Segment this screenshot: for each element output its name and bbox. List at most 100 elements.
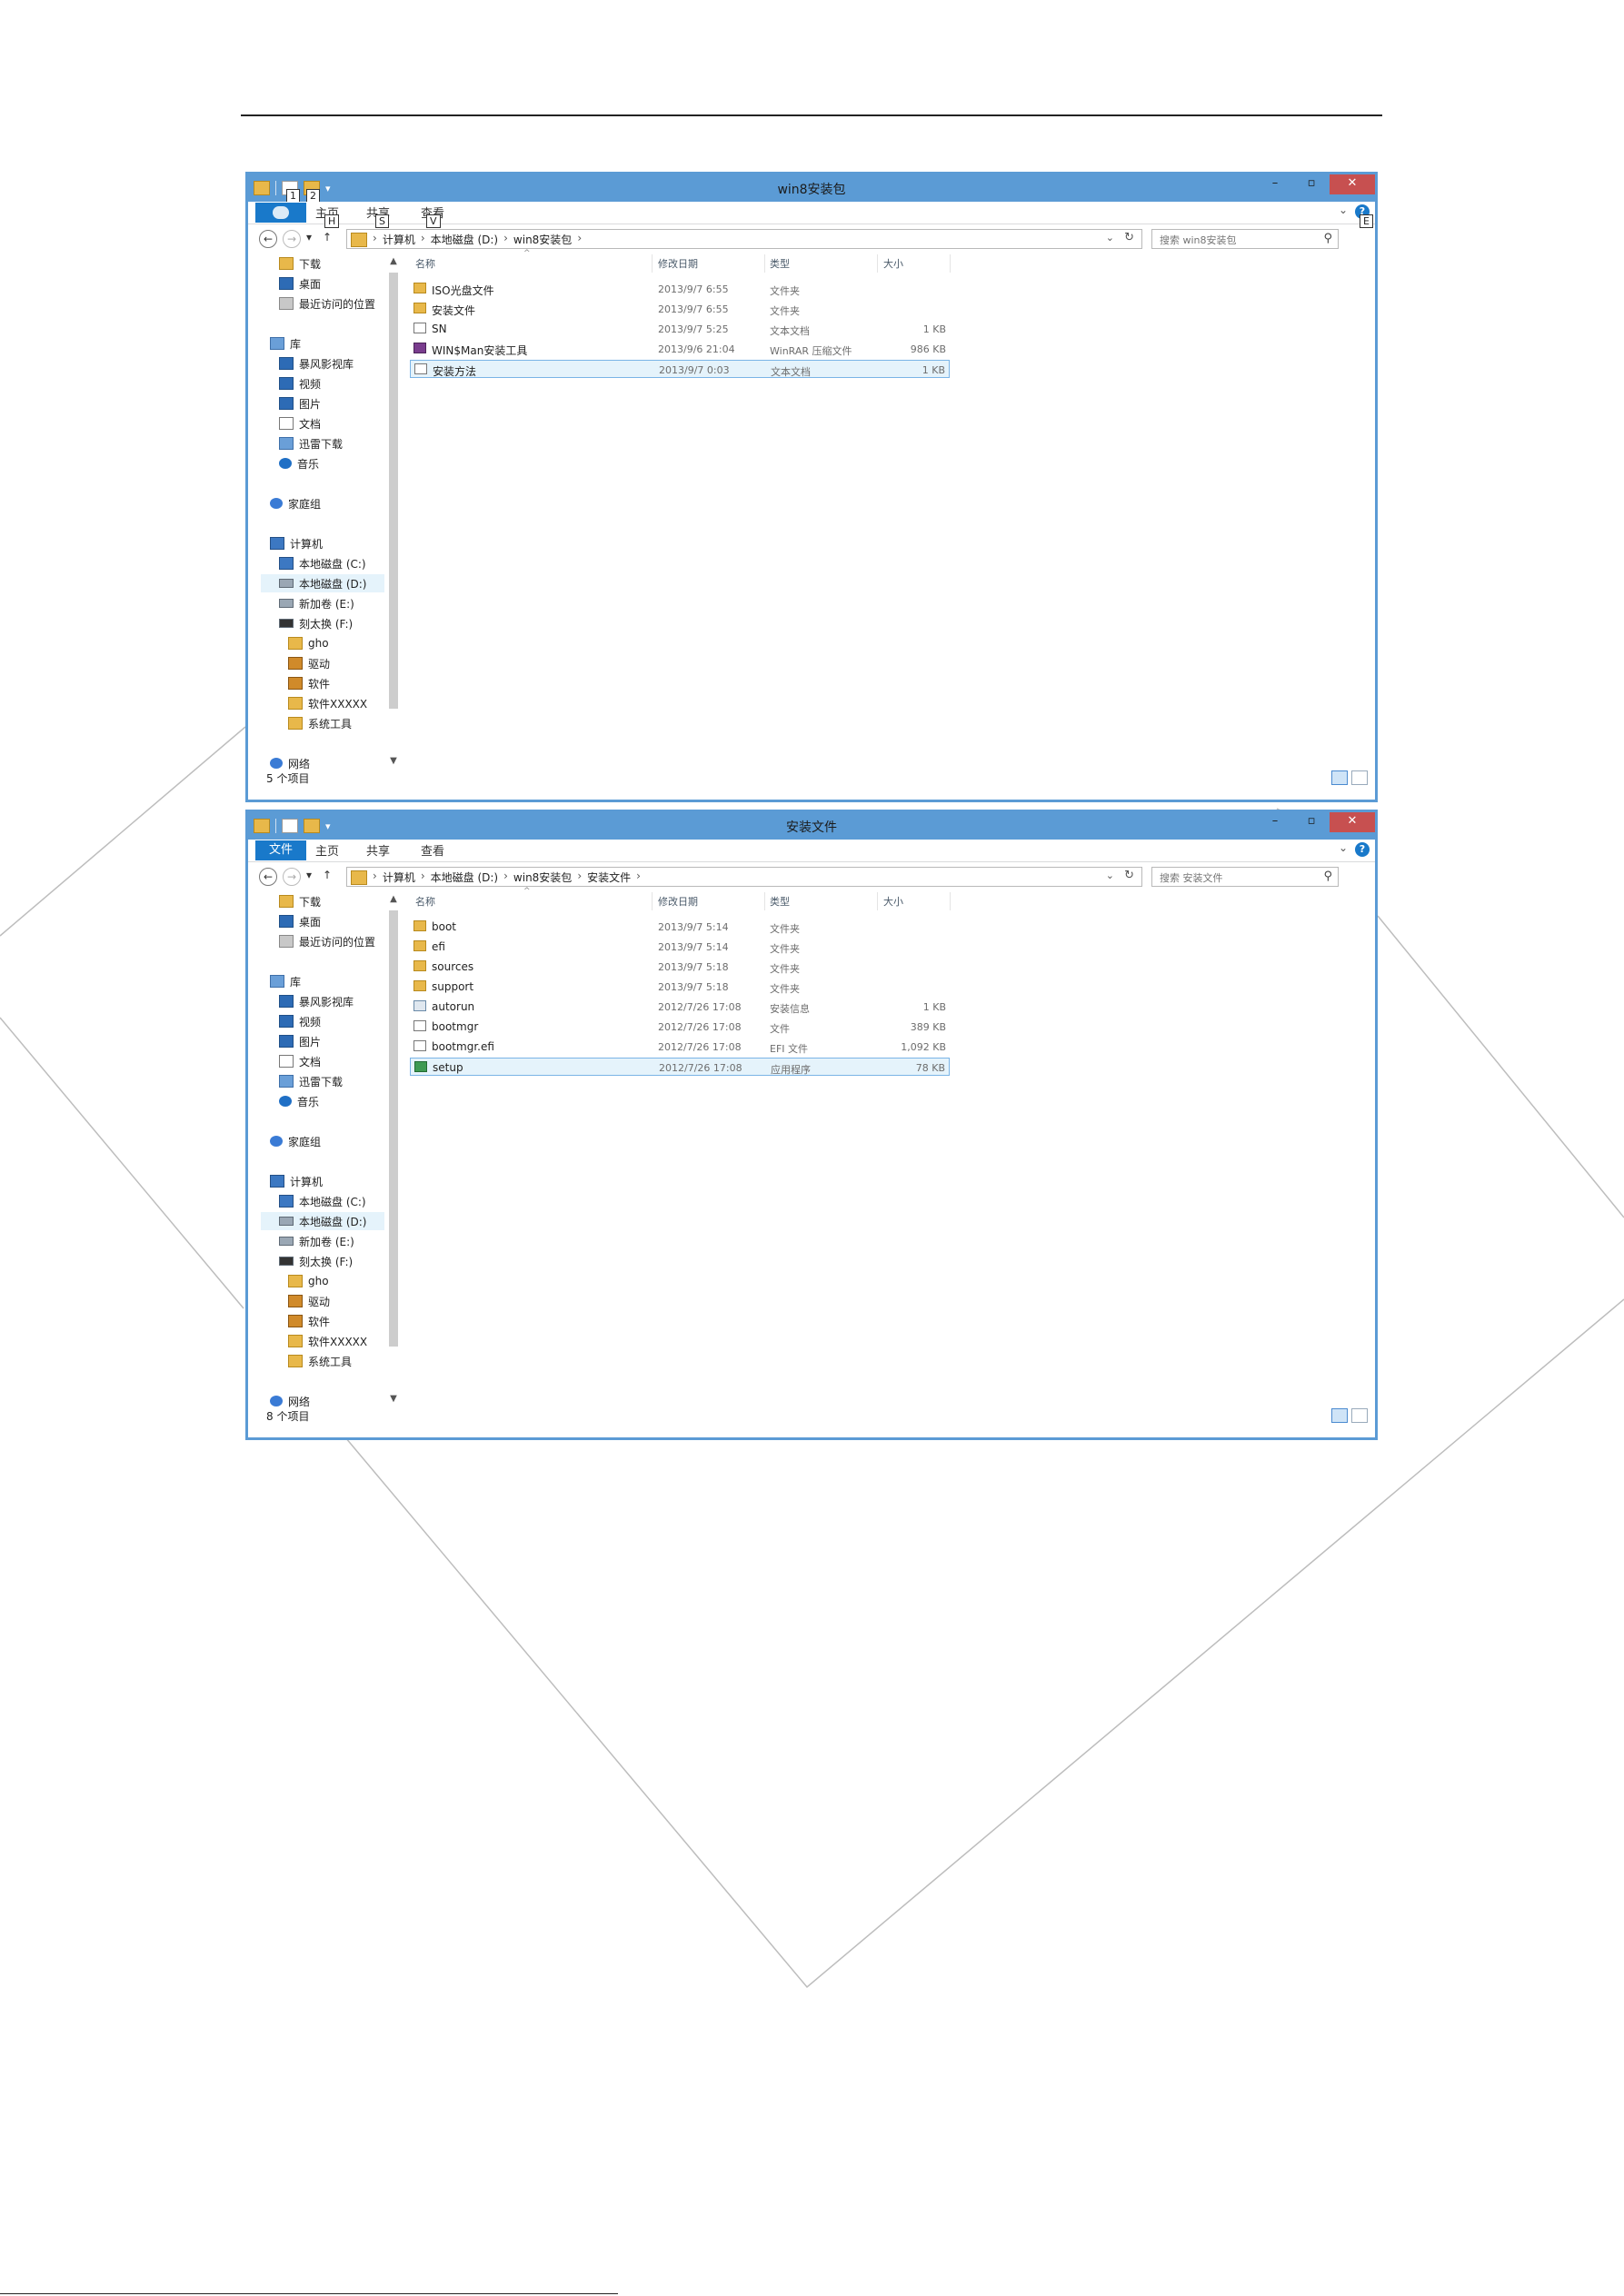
nav-item-drive-e[interactable]: 新加卷 (E:) xyxy=(279,594,354,612)
nav-item-computer[interactable]: 计算机 xyxy=(270,1172,323,1190)
nav-item-library[interactable]: 库 xyxy=(270,334,301,353)
breadcrumb-separator-icon[interactable]: › xyxy=(636,870,641,885)
nav-item-systools[interactable]: 系统工具 xyxy=(288,1352,352,1370)
nav-item-recent[interactable]: 最近访问的位置 xyxy=(279,932,375,950)
up-arrow-icon[interactable]: ↑ xyxy=(323,869,332,881)
nav-item-download[interactable]: 下载 xyxy=(279,254,321,273)
nav-item-video-lib[interactable]: 暴风影视库 xyxy=(279,992,354,1010)
column-divider[interactable] xyxy=(877,254,878,273)
minimize-button[interactable]: – xyxy=(1257,174,1293,194)
breadcrumb-separator-icon[interactable]: › xyxy=(421,232,425,247)
nav-item-network[interactable]: 网络 xyxy=(270,1392,310,1410)
scroll-down-icon[interactable]: ▼ xyxy=(386,754,401,769)
nav-item-drive-f[interactable]: 刻太换 (F:) xyxy=(279,614,353,632)
maximize-button[interactable]: ▫ xyxy=(1293,812,1330,832)
tab-share[interactable]: 共享 xyxy=(366,841,390,859)
file-row[interactable]: efi 2013/9/7 5:14 文件夹 xyxy=(410,938,950,956)
breadcrumb-win8[interactable]: win8安装包 xyxy=(513,232,572,247)
details-view-icon[interactable] xyxy=(1331,1408,1348,1423)
nav-item-drivers[interactable]: 驱动 xyxy=(288,1292,330,1310)
nav-item-desktop[interactable]: 桌面 xyxy=(279,274,321,293)
file-row[interactable]: support 2013/9/7 5:18 文件夹 xyxy=(410,978,950,996)
breadcrumb-separator-icon[interactable]: › xyxy=(421,870,425,885)
back-button[interactable]: ← xyxy=(259,230,277,248)
nav-item-homegroup[interactable]: 家庭组 xyxy=(270,494,321,512)
scroll-thumb[interactable] xyxy=(389,273,398,709)
breadcrumb-separator-icon[interactable]: › xyxy=(503,870,508,885)
column-header-type[interactable]: 类型 xyxy=(770,894,790,909)
nav-item-library[interactable]: 库 xyxy=(270,972,301,990)
large-icons-view-icon[interactable] xyxy=(1351,1408,1368,1423)
search-input[interactable] xyxy=(1158,231,1316,250)
column-divider[interactable] xyxy=(877,892,878,910)
scroll-down-icon[interactable]: ▼ xyxy=(386,1392,401,1406)
refresh-icon[interactable]: ↻ xyxy=(1124,231,1134,244)
nav-scrollbar[interactable]: ▲ ▼ xyxy=(386,254,401,769)
nav-item-drivers[interactable]: 驱动 xyxy=(288,654,330,672)
forward-button[interactable]: → xyxy=(283,230,301,248)
file-row[interactable]: boot 2013/9/7 5:14 文件夹 xyxy=(410,918,950,936)
search-box[interactable]: ⚲ xyxy=(1151,229,1339,250)
address-bar[interactable]: › 计算机 › 本地磁盘 (D:) › win8安装包 › ⌄ ↻ xyxy=(346,229,1142,249)
file-row[interactable]: autorun 2012/7/26 17:08 安装信息 1 KB xyxy=(410,998,950,1016)
scroll-up-icon[interactable]: ▲ xyxy=(386,254,401,269)
nav-item-download[interactable]: 下载 xyxy=(279,892,321,910)
nav-item-xunlei[interactable]: 迅雷下载 xyxy=(279,1072,343,1090)
file-row[interactable]: 安装文件 2013/9/7 6:55 文件夹 xyxy=(410,300,950,318)
nav-item-software-x[interactable]: 软件XXXXX xyxy=(288,1332,367,1350)
ribbon-expand-icon[interactable]: ⌄ xyxy=(1339,204,1348,216)
nav-item-music[interactable]: 音乐 xyxy=(279,1092,319,1110)
title-bar[interactable]: ▾ 安装文件 – ▫ ✕ xyxy=(248,812,1375,840)
column-header-name[interactable]: 名称 xyxy=(415,256,435,271)
column-header-date[interactable]: 修改日期 xyxy=(658,256,698,271)
breadcrumb-win8[interactable]: win8安装包 xyxy=(513,870,572,885)
column-divider[interactable] xyxy=(950,892,951,910)
large-icons-view-icon[interactable] xyxy=(1351,770,1368,785)
file-row-selected[interactable]: 安装方法 2013/9/7 0:03 文本文档 1 KB xyxy=(410,360,950,378)
recent-locations-icon[interactable]: ▾ xyxy=(306,869,312,881)
tab-home[interactable]: 主页 xyxy=(315,841,339,859)
tab-file[interactable]: 文件 xyxy=(255,840,306,860)
nav-item-video-lib[interactable]: 暴风影视库 xyxy=(279,354,354,373)
minimize-button[interactable]: – xyxy=(1257,812,1293,832)
column-header-type[interactable]: 类型 xyxy=(770,256,790,271)
nav-scrollbar[interactable]: ▲ ▼ xyxy=(386,892,401,1406)
tab-view[interactable]: 查看 xyxy=(421,841,444,859)
nav-item-videos[interactable]: 视频 xyxy=(279,374,321,393)
nav-item-videos[interactable]: 视频 xyxy=(279,1012,321,1030)
nav-item-homegroup[interactable]: 家庭组 xyxy=(270,1132,321,1150)
recent-locations-icon[interactable]: ▾ xyxy=(306,231,312,244)
refresh-icon[interactable]: ↻ xyxy=(1124,869,1134,882)
file-row[interactable]: SN 2013/9/7 5:25 文本文档 1 KB xyxy=(410,320,950,338)
nav-item-network[interactable]: 网络 xyxy=(270,754,310,772)
column-divider[interactable] xyxy=(652,892,653,910)
nav-item-documents[interactable]: 文档 xyxy=(279,1052,321,1070)
file-row[interactable]: ISO光盘文件 2013/9/7 6:55 文件夹 xyxy=(410,280,950,298)
nav-item-xunlei[interactable]: 迅雷下载 xyxy=(279,434,343,452)
up-arrow-icon[interactable]: ↑ xyxy=(323,231,332,244)
maximize-button[interactable]: ▫ xyxy=(1293,174,1330,194)
nav-item-pictures[interactable]: 图片 xyxy=(279,1032,321,1050)
nav-item-drive-e[interactable]: 新加卷 (E:) xyxy=(279,1232,354,1250)
title-bar[interactable]: ▾ 1 2 win8安装包 – ▫ ✕ xyxy=(248,174,1375,203)
breadcrumb-computer[interactable]: 计算机 xyxy=(383,870,415,885)
address-dropdown-icon[interactable]: ⌄ xyxy=(1106,232,1114,244)
breadcrumb-separator-icon[interactable]: › xyxy=(577,870,582,885)
column-header-size[interactable]: 大小 xyxy=(883,256,903,271)
details-view-icon[interactable] xyxy=(1331,770,1348,785)
column-header-date[interactable]: 修改日期 xyxy=(658,894,698,909)
column-divider[interactable] xyxy=(950,254,951,273)
breadcrumb-drive-d[interactable]: 本地磁盘 (D:) xyxy=(431,870,498,885)
nav-item-systools[interactable]: 系统工具 xyxy=(288,714,352,732)
breadcrumb-computer[interactable]: 计算机 xyxy=(383,232,415,247)
file-row[interactable]: sources 2013/9/7 5:18 文件夹 xyxy=(410,958,950,976)
nav-item-recent[interactable]: 最近访问的位置 xyxy=(279,294,375,313)
file-row-selected[interactable]: setup 2012/7/26 17:08 应用程序 78 KB xyxy=(410,1058,950,1076)
search-input[interactable] xyxy=(1158,869,1316,888)
scroll-up-icon[interactable]: ▲ xyxy=(386,892,401,907)
nav-item-software-x[interactable]: 软件XXXXX xyxy=(288,694,367,712)
nav-item-drive-f[interactable]: 刻太换 (F:) xyxy=(279,1252,353,1270)
tab-file[interactable] xyxy=(255,203,306,223)
breadcrumb-setup-files[interactable]: 安装文件 xyxy=(587,870,631,885)
column-divider[interactable] xyxy=(764,892,765,910)
